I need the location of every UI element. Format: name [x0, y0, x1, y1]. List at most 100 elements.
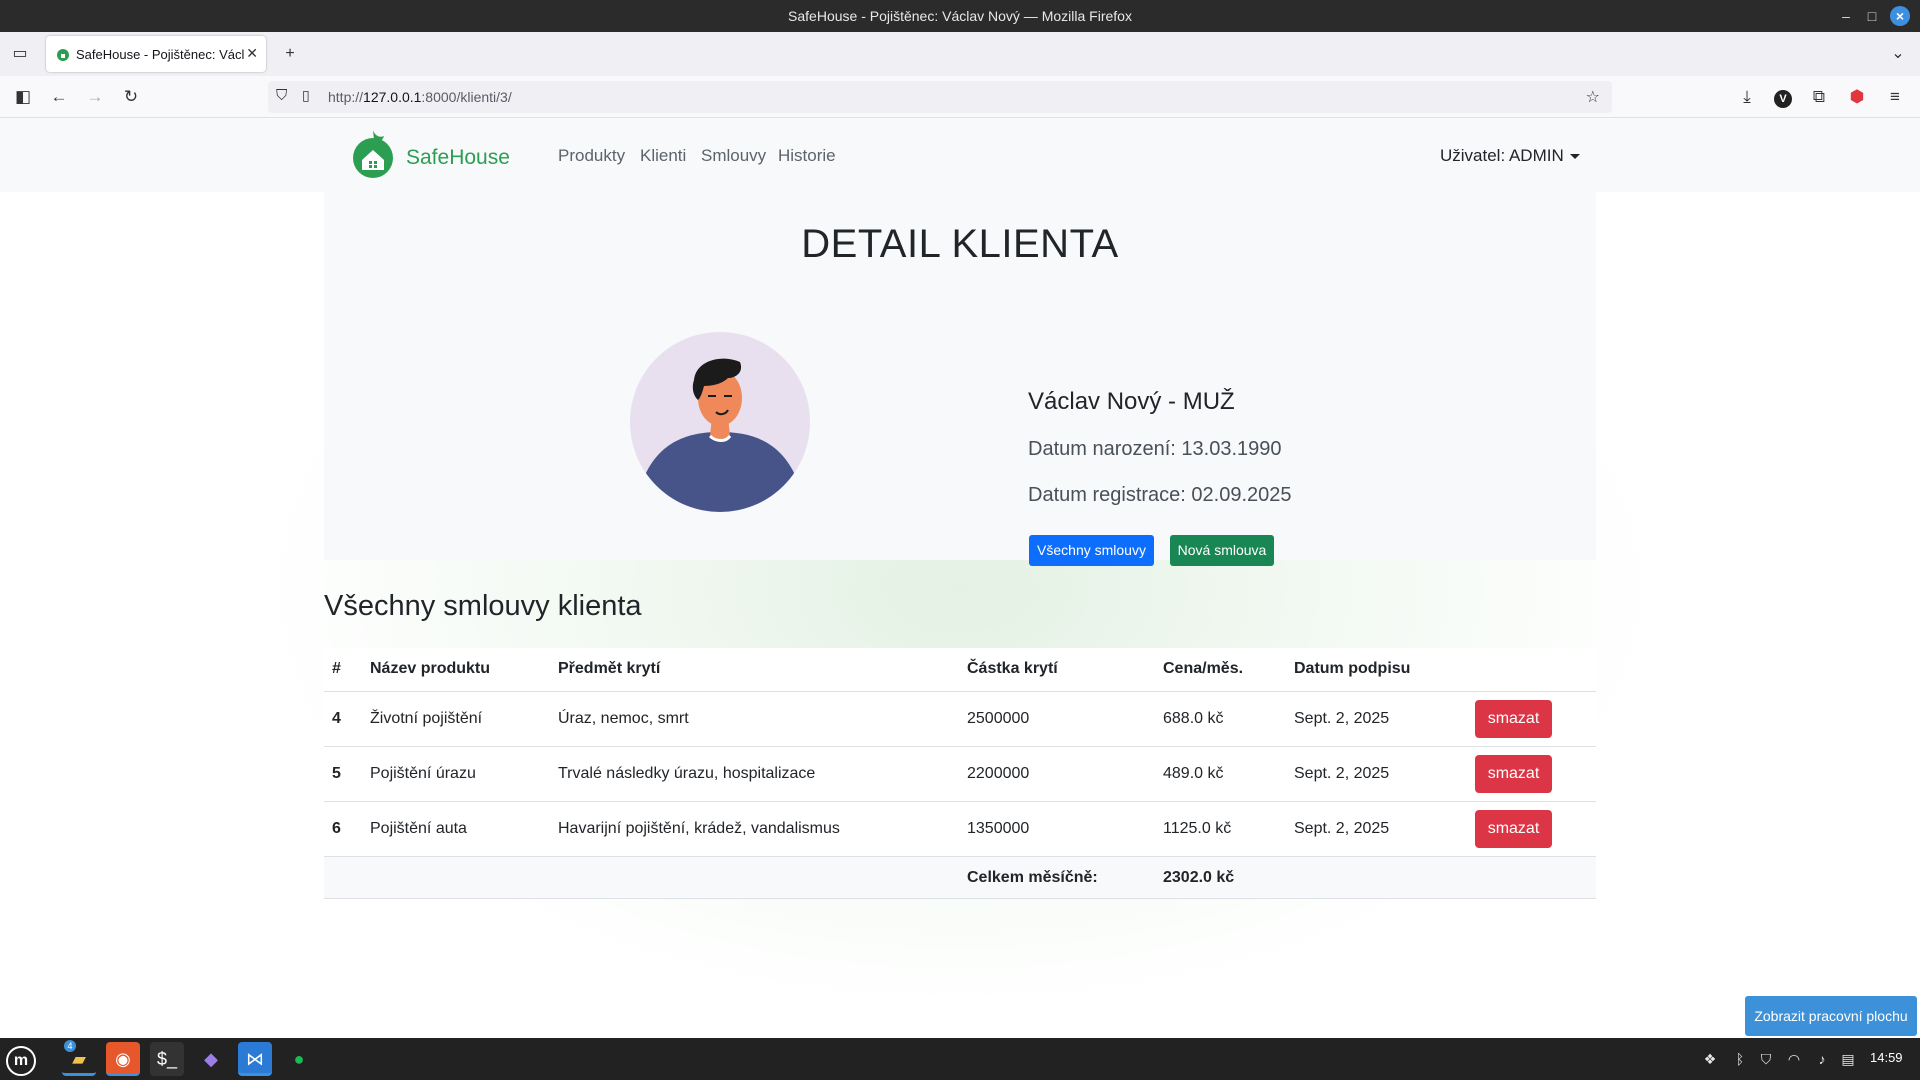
client-avatar: [630, 332, 810, 512]
cell-date: Sept. 2, 2025: [1294, 820, 1390, 837]
cell-price: 489.0 kč: [1163, 765, 1224, 782]
spotify-app-icon[interactable]: ●: [282, 1042, 316, 1076]
clock: 14:59: [1870, 1050, 1903, 1065]
cell-coverage: Trvalé následky úrazu, hospitalizace: [558, 765, 816, 782]
extensions-icon[interactable]: ⧉: [1808, 86, 1830, 108]
cell-price: 688.0 kč: [1163, 710, 1224, 727]
col-id: #: [332, 660, 341, 677]
site-navbar: SafeHouse Produkty Klienti Smlouvy Histo…: [0, 118, 1920, 192]
url-bar[interactable]: ⛉ ▯ http://127.0.0.1:8000/klienti/3/ ☆: [268, 81, 1612, 113]
page-viewport: SafeHouse Produkty Klienti Smlouvy Histo…: [0, 118, 1920, 1038]
cell-amount: 1350000: [967, 820, 1030, 837]
table-footer: Celkem měsíčně: 2302.0 kč: [324, 857, 1596, 899]
sidebar-icon[interactable]: ◧: [12, 86, 34, 108]
registration-date: Datum registrace: 02.09.2025: [1028, 484, 1292, 506]
person-avatar-icon: [630, 332, 810, 512]
close-tab-icon[interactable]: ✕: [246, 45, 258, 62]
all-contracts-button[interactable]: Všechny smlouvy: [1029, 535, 1154, 566]
show-desktop-button[interactable]: Zobrazit pracovní plochu: [1745, 996, 1917, 1036]
browser-tab-active[interactable]: SafeHouse - Pojištěnec: Václav Nový ✕: [46, 36, 266, 72]
user-dropdown[interactable]: Uživatel: ADMIN: [1440, 146, 1580, 166]
tab-overview-icon[interactable]: ▭: [10, 44, 30, 64]
total-label: Celkem měsíčně:: [967, 869, 1098, 886]
reload-icon[interactable]: ↻: [120, 86, 142, 108]
window-titlebar: SafeHouse - Pojištěnec: Václav Nový — Mo…: [0, 0, 1920, 32]
table-header: # Název produktu Předmět krytí Částka kr…: [324, 648, 1596, 692]
new-tab-icon[interactable]: +: [280, 44, 300, 64]
start-menu-icon[interactable]: m: [4, 1042, 38, 1076]
cell-product: Životní pojištění: [370, 710, 483, 727]
tab-strip: ▭ SafeHouse - Pojištěnec: Václav Nový ✕ …: [0, 32, 1920, 76]
cell-amount: 2200000: [967, 765, 1030, 782]
url-text[interactable]: http://127.0.0.1:8000/klienti/3/: [328, 89, 512, 105]
col-price: Cena/měs.: [1163, 660, 1244, 677]
obsidian-app-icon[interactable]: ◆: [194, 1042, 228, 1076]
new-contract-button[interactable]: Nová smlouva: [1170, 535, 1274, 566]
cell-date: Sept. 2, 2025: [1294, 710, 1390, 727]
brand-name: SafeHouse: [406, 146, 510, 169]
vscode-app-icon[interactable]: ⋈: [238, 1042, 272, 1076]
nav-produkty[interactable]: Produkty: [558, 146, 625, 166]
col-amount: Částka krytí: [967, 660, 1058, 677]
close-window-icon[interactable]: ×: [1890, 6, 1910, 26]
nav-smlouvy[interactable]: Smlouvy: [701, 146, 766, 166]
cell-price: 1125.0 kč: [1163, 820, 1232, 837]
nav-historie[interactable]: Historie: [778, 146, 836, 166]
delete-button[interactable]: smazat: [1475, 755, 1552, 793]
wifi-icon[interactable]: ◠: [1784, 1049, 1804, 1069]
delete-button[interactable]: smazat: [1475, 810, 1552, 848]
cell-coverage: Úraz, nemoc, smrt: [558, 710, 689, 727]
list-tabs-icon[interactable]: ⌄: [1888, 44, 1908, 64]
firefox-app-icon[interactable]: ◉: [106, 1042, 140, 1076]
minimize-icon[interactable]: –: [1836, 6, 1856, 26]
total-value: 2302.0 kč: [1163, 869, 1235, 886]
cell-id: 4: [332, 710, 341, 727]
notes-tray-icon[interactable]: ▤: [1838, 1049, 1858, 1069]
client-card: DETAIL KLIENTA Václav Nový - MUŽ Datum n…: [324, 192, 1596, 566]
birth-date: Datum narození: 13.03.1990: [1028, 438, 1282, 460]
taskbar: m ▰ 4 ◉ $_ ◆ ⋈ ● ❖ ᛒ ⛉ ◠ ♪ ▤ 14:59: [0, 1038, 1920, 1080]
table-row: 6 Pojištění auta Havarijní pojištění, kr…: [324, 802, 1596, 857]
contracts-table: # Název produktu Předmět krytí Částka kr…: [324, 648, 1596, 899]
cell-amount: 2500000: [967, 710, 1030, 727]
user-label: Uživatel: ADMIN: [1440, 146, 1564, 165]
bookmark-star-icon[interactable]: ☆: [1586, 87, 1600, 107]
window-title: SafeHouse - Pojištěnec: Václav Nový — Mo…: [788, 8, 1132, 24]
table-row: 5 Pojištění úrazu Trvalé následky úrazu,…: [324, 747, 1596, 802]
page-title: DETAIL KLIENTA: [801, 222, 1119, 266]
cell-id: 5: [332, 765, 341, 782]
tab-title: SafeHouse - Pojištěnec: Václav Nový: [76, 47, 244, 62]
shield-icon[interactable]: ⛉: [276, 87, 287, 104]
back-icon[interactable]: ←: [48, 86, 70, 108]
dropbox-icon[interactable]: ❖: [1700, 1049, 1720, 1069]
nav-klienti[interactable]: Klienti: [640, 146, 686, 166]
cell-product: Pojištění auta: [370, 820, 467, 837]
browser-toolbar: ◧ ← → ↻ ⛉ ▯ http://127.0.0.1:8000/klient…: [0, 76, 1920, 118]
cell-coverage: Havarijní pojištění, krádež, vandalismus: [558, 820, 840, 837]
table-row: 4 Životní pojištění Úraz, nemoc, smrt 25…: [324, 692, 1596, 747]
page-info-icon[interactable]: ▯: [302, 87, 310, 104]
ublock-icon[interactable]: ⬢: [1846, 86, 1868, 108]
downloads-icon[interactable]: ⤓: [1736, 86, 1758, 108]
delete-button[interactable]: smazat: [1475, 700, 1552, 738]
cell-id: 6: [332, 820, 341, 837]
menu-icon[interactable]: ≡: [1884, 86, 1906, 108]
maximize-icon[interactable]: □: [1862, 6, 1882, 26]
caret-down-icon: [1569, 154, 1580, 160]
volume-icon[interactable]: ♪: [1812, 1049, 1832, 1069]
forward-icon[interactable]: →: [84, 86, 106, 108]
col-date: Datum podpisu: [1294, 660, 1411, 677]
shield-tray-icon[interactable]: ⛉: [1756, 1049, 1776, 1069]
vpn-extension-icon[interactable]: V: [1772, 86, 1794, 108]
favicon-icon: [57, 49, 69, 61]
col-product: Název produktu: [370, 660, 491, 677]
cell-date: Sept. 2, 2025: [1294, 765, 1390, 782]
cell-product: Pojištění úrazu: [370, 765, 476, 782]
files-badge: 4: [64, 1040, 76, 1052]
col-coverage: Předmět krytí: [558, 660, 661, 677]
terminal-app-icon[interactable]: $_: [150, 1042, 184, 1076]
safehouse-logo-icon: [353, 130, 393, 178]
bluetooth-icon[interactable]: ᛒ: [1730, 1049, 1750, 1069]
client-name: Václav Nový - MUŽ: [1028, 388, 1235, 415]
contracts-heading: Všechny smlouvy klienta: [324, 590, 642, 622]
